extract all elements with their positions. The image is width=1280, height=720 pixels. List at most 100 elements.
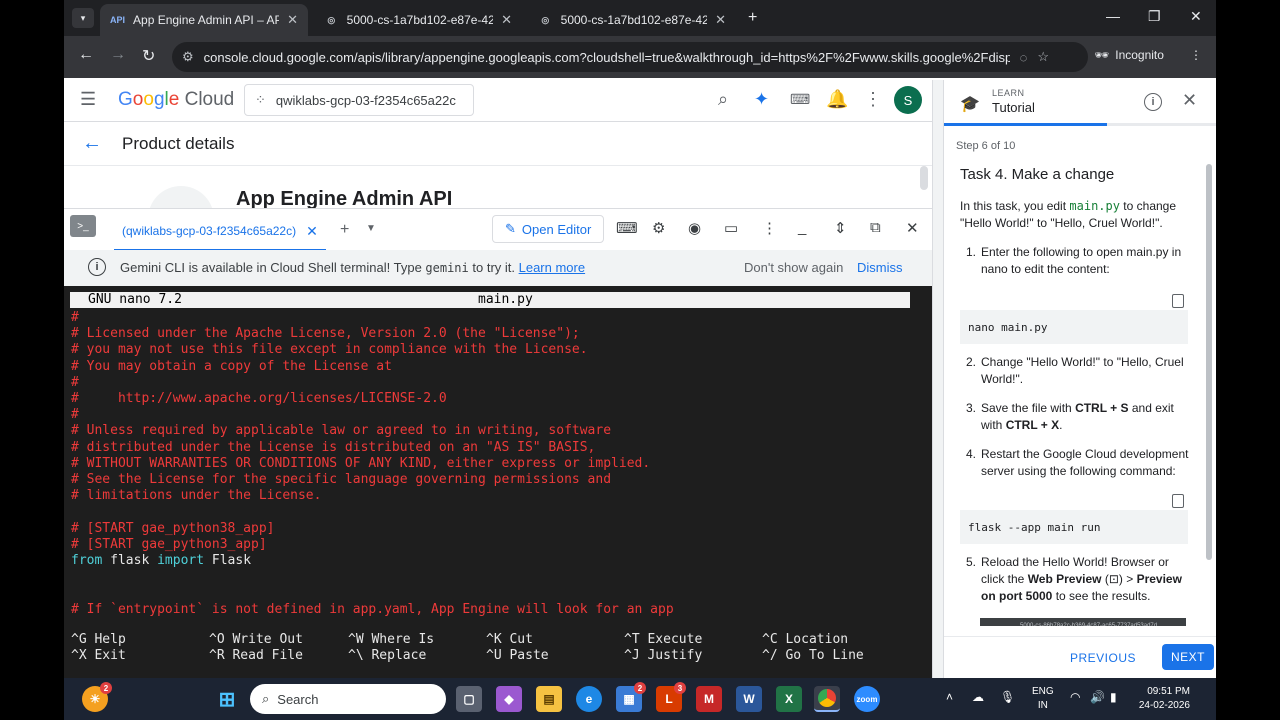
notifications-icon[interactable]: 🔔 [826,89,848,110]
shortcut-label: Cut [509,632,533,647]
code-block[interactable]: nano main.py [960,310,1188,344]
page-scrollbar[interactable] [920,166,928,190]
copilot-icon[interactable]: ◆ [496,686,522,712]
copy-icon[interactable] [1172,294,1184,308]
info-icon: i [88,258,106,276]
layout-icon[interactable]: ▭ [724,219,738,237]
close-icon[interactable]: ✕ [906,219,919,237]
list-text-part: to see the results. [1052,589,1151,603]
wifi-icon[interactable]: ◠ [1070,690,1080,704]
open-new-window-icon[interactable]: ⧉ [870,219,881,236]
menu-icon[interactable]: ⋮ [1190,48,1202,62]
search-icon[interactable]: ⌕ [718,89,728,110]
add-tab-icon[interactable]: + [340,221,349,239]
editor-line: # [71,407,79,423]
close-icon[interactable]: ✕ [306,223,318,240]
edge-icon[interactable]: e [576,686,602,712]
zoom-icon[interactable]: zoom [854,686,880,712]
excel-icon[interactable]: X [776,686,802,712]
settings-icon[interactable]: ⚙ [652,219,665,237]
mic-icon[interactable]: 🎙 [1000,690,1015,704]
new-tab-icon[interactable]: + [748,9,757,27]
close-icon[interactable]: ✕ [501,12,512,28]
battery-icon[interactable]: ▮ [1110,690,1117,704]
back-icon[interactable]: ← [78,46,94,64]
clock[interactable]: 09:51 PM 24-02-2026 [1130,685,1190,713]
avatar[interactable]: S [894,86,922,114]
word-icon[interactable]: W [736,686,762,712]
next-button[interactable]: NEXT [1162,644,1214,670]
gemini-icon[interactable]: ✦ [754,89,769,110]
cloud-shell-icon[interactable]: ⌨ [790,91,810,108]
tutorial-scrollbar[interactable] [1206,164,1212,560]
shortcut-key: ^X [71,648,87,663]
code-block[interactable]: flask --app main run [960,510,1188,544]
file-explorer-icon[interactable]: ▤ [536,686,562,712]
project-selector[interactable]: ⁘ qwiklabs-gcp-03-f2354c65a22c [244,84,474,116]
onedrive-icon[interactable]: ☁ [972,690,984,704]
volume-icon[interactable]: 🔊 [1090,690,1105,704]
screenshot-url: 5000-cs-86b78a2c-b369-4c87-ac65-7737ad53… [1020,622,1158,627]
hamburger-icon[interactable]: ☰ [80,89,96,110]
learn-more-link[interactable]: Learn more [519,260,585,275]
logo-letter: e [168,89,180,110]
panel-divider[interactable] [932,80,944,678]
close-icon[interactable]: ✕ [1182,90,1197,111]
store-icon[interactable]: ▦ 2 [616,682,646,712]
shortcut-label: Location [785,632,849,647]
site-info-icon[interactable]: ⚙ [182,49,194,65]
mcafee-icon[interactable]: M [696,686,722,712]
google-cloud-logo[interactable]: Google Cloud [118,89,234,111]
back-arrow-icon[interactable]: ← [82,132,102,155]
keyboard-icon[interactable]: ⌨ [616,219,638,237]
previous-button[interactable]: PREVIOUS [1070,651,1136,665]
close-icon[interactable]: ✕ [287,12,298,28]
nano-header: GNU nano 7.2 main.py [70,292,910,308]
chevron-down-icon[interactable]: ▼ [366,223,376,234]
chrome-icon[interactable] [814,686,840,712]
taskbar-search[interactable]: ⌕ Search [250,684,446,714]
list-text: Restart the Google Cloud development ser… [981,447,1189,478]
terminal[interactable]: GNU nano 7.2 main.py # # Licensed under t… [64,286,932,678]
open-editor-label: Open Editor [521,221,592,237]
restore-icon[interactable]: ❐ [1148,8,1161,25]
more-icon[interactable]: ⋮ [762,219,777,237]
windows-taskbar: ☀ 2 ⊞ ⌕ Search ▢ ◆ ▤ e ▦ 2 L3 M W X zoom ˄… [64,678,1216,720]
gemini-banner: i Gemini CLI is available in Cloud Shell… [64,250,932,286]
tab-preview-1[interactable]: ◎ 5000-cs-1a7bd102-e87e-42c6- ✕ [314,4,522,36]
product-bar: ← Product details [64,122,932,166]
shortcut-key: ^\ [348,648,364,663]
eye-off-icon[interactable]: ◌ [1020,50,1028,65]
open-editor-button[interactable]: ✎ Open Editor [492,215,605,243]
dismiss-button[interactable]: Dismiss [857,260,903,275]
weather-icon[interactable]: ☀ 2 [82,682,112,712]
maximize-icon[interactable]: ⇕ [834,219,847,237]
close-icon[interactable]: ✕ [715,12,726,28]
web-preview-icon[interactable]: ◉ [688,219,701,237]
dont-show-again-button[interactable]: Don't show again [744,260,843,275]
incognito-indicator[interactable]: 🕶 Incognito ⋮ [1094,48,1202,62]
nano-shortcut: ^W Where Is [348,632,434,648]
shell-tab[interactable]: (qwiklabs-gcp-03-f2354c65a22c) ✕ [114,213,326,251]
window-close-icon[interactable]: ✕ [1190,8,1202,25]
language-indicator[interactable]: ENG IN [1032,685,1054,713]
tab-app-engine[interactable]: API App Engine Admin API – APIs & ✕ [100,4,308,36]
task-view-icon[interactable]: ▢ [456,686,482,712]
address-bar[interactable]: ⚙ console.cloud.google.com/apis/library/… [172,42,1088,72]
star-icon[interactable]: ☆ [1037,49,1049,65]
copy-icon[interactable] [1172,494,1184,508]
notification-badge: 3 [674,682,686,694]
windows-start-icon[interactable]: ⊞ [214,686,240,712]
office-icon[interactable]: L3 [656,682,686,712]
tab-preview-2[interactable]: ◎ 5000-cs-1a7bd102-e87e-42c6- ✕ [528,4,736,36]
reload-icon[interactable]: ↻ [142,46,155,66]
nano-filename: main.py [478,292,533,307]
minimize-icon[interactable]: — [1106,8,1120,24]
forward-icon[interactable]: → [110,46,126,64]
minimize-icon[interactable]: _ [798,219,806,236]
info-icon[interactable]: i [1144,93,1162,111]
code-token: from [71,553,111,568]
chevron-up-icon[interactable]: ˄ [946,690,953,704]
more-icon[interactable]: ⋮ [864,89,882,110]
tab-search-icon[interactable]: ▾ [72,8,94,28]
